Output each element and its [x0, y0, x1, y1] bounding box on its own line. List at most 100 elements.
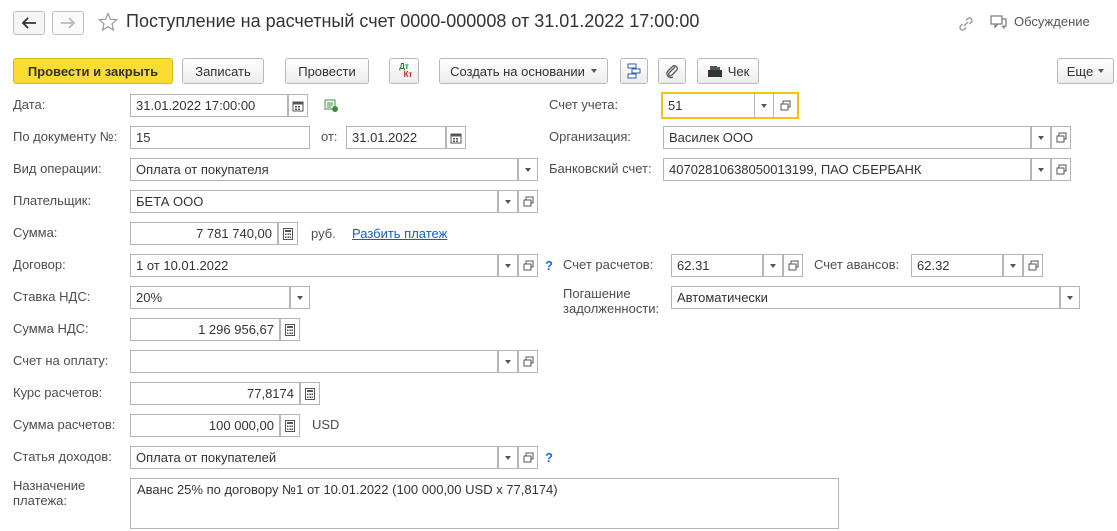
- calendar-icon: [450, 133, 462, 143]
- open-form-icon: [780, 100, 791, 111]
- rate-calculator-button[interactable]: [300, 382, 320, 405]
- chevron-down-icon: [505, 199, 511, 204]
- arrow-left-icon: [21, 17, 36, 29]
- chevron-down-icon: [761, 103, 767, 108]
- rate-field[interactable]: 77,8174: [130, 382, 300, 405]
- receipt-button[interactable]: Чек: [697, 58, 759, 84]
- calendar-icon: [292, 101, 304, 111]
- discussion-button[interactable]: Обсуждение: [990, 14, 1090, 30]
- advance-account-open-button[interactable]: [1023, 254, 1043, 277]
- split-payment-link[interactable]: Разбить платеж: [352, 226, 447, 241]
- doc-date-field[interactable]: 31.01.2022: [346, 126, 446, 149]
- advance-account-field[interactable]: 62.32: [911, 254, 1003, 277]
- advance-account-dropdown-button[interactable]: [1003, 254, 1023, 277]
- discussion-label: Обсуждение: [1014, 14, 1090, 29]
- income-item-help-icon[interactable]: ?: [545, 450, 553, 465]
- date-calendar-button[interactable]: [288, 94, 308, 117]
- calculator-icon: [285, 419, 295, 432]
- doc-date-calendar-button[interactable]: [446, 126, 466, 149]
- save-button[interactable]: Записать: [182, 58, 264, 84]
- open-form-icon: [523, 196, 533, 207]
- open-form-icon: [788, 260, 798, 271]
- post-button[interactable]: Провести: [285, 58, 369, 84]
- open-form-icon: [523, 260, 533, 271]
- chevron-down-icon: [590, 69, 597, 73]
- open-form-icon: [1028, 260, 1038, 271]
- invoice-open-button[interactable]: [518, 350, 538, 373]
- organization-field[interactable]: Василек ООО: [663, 126, 1031, 149]
- dt-kt-button[interactable]: Дт Кт: [389, 58, 419, 84]
- contract-help-icon[interactable]: ?: [545, 258, 553, 273]
- operation-dropdown-button[interactable]: [518, 158, 538, 181]
- link-icon[interactable]: [957, 15, 975, 36]
- favorite-star-icon[interactable]: [97, 11, 119, 35]
- open-form-icon: [1056, 132, 1066, 143]
- cash-register-icon: [707, 66, 722, 77]
- chevron-down-icon: [505, 359, 511, 364]
- page-title: Поступление на расчетный счет 0000-00000…: [126, 11, 700, 31]
- paperclip-icon: [666, 65, 678, 79]
- settle-amount-field[interactable]: 100 000,00: [130, 414, 280, 437]
- payer-field[interactable]: БЕТА ООО: [130, 190, 498, 213]
- organization-dropdown-button[interactable]: [1031, 126, 1051, 149]
- purpose-textarea[interactable]: Аванс 25% по договору №1 от 10.01.2022 (…: [130, 478, 839, 529]
- amount-field[interactable]: 7 781 740,00: [130, 222, 278, 245]
- vat-amount-label: Сумма НДС:: [13, 321, 89, 336]
- create-based-on-label: Создать на основании: [450, 63, 585, 79]
- amount-calculator-button[interactable]: [278, 222, 298, 245]
- calculator-icon: [305, 387, 315, 400]
- chevron-down-icon: [1010, 263, 1016, 268]
- organization-open-button[interactable]: [1051, 126, 1071, 149]
- attach-button[interactable]: [658, 58, 686, 84]
- debt-repay-field[interactable]: Автоматически: [671, 286, 1060, 309]
- history-icon[interactable]: [323, 97, 339, 116]
- vat-amount-calculator-button[interactable]: [280, 318, 300, 341]
- operation-label: Вид операции:: [13, 161, 102, 176]
- rate-label: Курс расчетов:: [13, 385, 103, 400]
- doc-date-label: от:: [321, 129, 338, 144]
- post-and-close-button[interactable]: Провести и закрыть: [13, 58, 173, 84]
- forward-button[interactable]: [52, 11, 84, 35]
- doc-number-field[interactable]: 15: [130, 126, 310, 149]
- structure-button[interactable]: [620, 58, 648, 84]
- bank-account-dropdown-button[interactable]: [1031, 158, 1051, 181]
- income-item-dropdown-button[interactable]: [498, 446, 518, 469]
- settle-account-open-button[interactable]: [783, 254, 803, 277]
- contract-open-button[interactable]: [518, 254, 538, 277]
- account-open-button[interactable]: [774, 92, 799, 119]
- settle-amount-label: Сумма расчетов:: [13, 417, 116, 432]
- chevron-down-icon: [525, 167, 531, 172]
- account-field[interactable]: 51: [661, 92, 754, 119]
- more-button[interactable]: Еще: [1057, 58, 1114, 84]
- chevron-down-icon: [1067, 295, 1073, 300]
- vat-rate-dropdown-button[interactable]: [290, 286, 310, 309]
- settle-currency: USD: [312, 417, 340, 432]
- settle-account-dropdown-button[interactable]: [763, 254, 783, 277]
- calculator-icon: [283, 227, 293, 240]
- bank-account-field[interactable]: 40702810638050013199, ПАО СБЕРБАНК: [663, 158, 1031, 181]
- debt-repay-dropdown-button[interactable]: [1060, 286, 1080, 309]
- operation-field[interactable]: Оплата от покупателя: [130, 158, 518, 181]
- settle-amount-calculator-button[interactable]: [280, 414, 300, 437]
- payer-dropdown-button[interactable]: [498, 190, 518, 213]
- contract-dropdown-button[interactable]: [498, 254, 518, 277]
- account-dropdown-button[interactable]: [754, 92, 774, 119]
- settle-account-field[interactable]: 62.31: [671, 254, 763, 277]
- organization-label: Организация:: [549, 129, 632, 144]
- income-item-field[interactable]: Оплата от покупателей: [130, 446, 498, 469]
- back-button[interactable]: [13, 11, 45, 35]
- bank-account-open-button[interactable]: [1051, 158, 1071, 181]
- invoice-dropdown-button[interactable]: [498, 350, 518, 373]
- open-form-icon: [1056, 164, 1066, 175]
- create-based-on-button[interactable]: Создать на основании: [439, 58, 608, 84]
- income-item-open-button[interactable]: [518, 446, 538, 469]
- date-field[interactable]: 31.01.2022 17:00:00: [130, 94, 288, 117]
- invoice-field[interactable]: [130, 350, 498, 373]
- account-label: Счет учета:: [549, 97, 619, 112]
- payer-open-button[interactable]: [518, 190, 538, 213]
- vat-amount-field[interactable]: 1 296 956,67: [130, 318, 280, 341]
- chevron-down-icon: [297, 295, 303, 300]
- vat-rate-field[interactable]: 20%: [130, 286, 290, 309]
- contract-field[interactable]: 1 от 10.01.2022: [130, 254, 498, 277]
- more-label: Еще: [1066, 63, 1094, 79]
